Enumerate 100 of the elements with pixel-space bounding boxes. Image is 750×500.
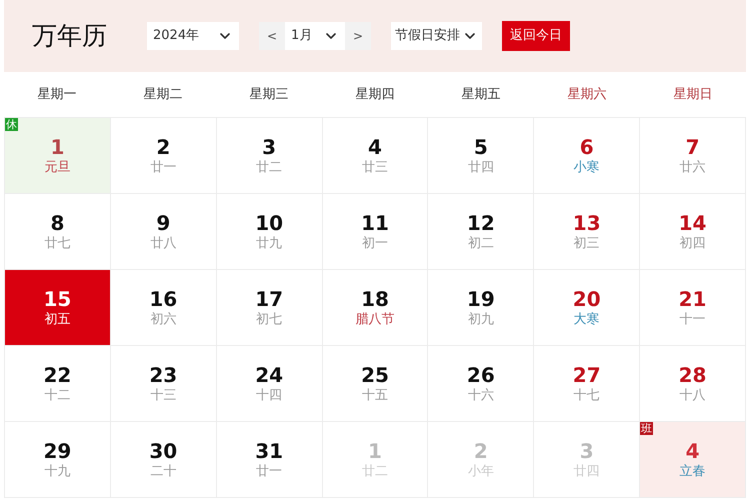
day-cell[interactable]: 18 腊八节	[322, 270, 428, 346]
day-cell[interactable]: 28 十八	[640, 346, 746, 422]
day-cell[interactable]: 26 十六	[428, 346, 534, 422]
day-cell[interactable]: 休 1 元旦	[5, 118, 111, 194]
weekday-label: 星期三	[248, 86, 290, 104]
day-number: 5	[474, 137, 488, 157]
day-number: 24	[255, 365, 284, 385]
day-number: 10	[255, 213, 284, 233]
day-number: 14	[678, 213, 706, 233]
lunar-date: 十二	[44, 389, 70, 402]
day-cell[interactable]: 班 4 立春	[640, 422, 746, 498]
holiday-badge: 休	[5, 118, 18, 131]
lunar-date: 十五	[362, 389, 388, 402]
day-cell[interactable]: 8 廿七	[5, 194, 111, 270]
day-cell[interactable]: 14 初四	[640, 194, 746, 270]
day-cell[interactable]: 5 廿四	[428, 118, 534, 194]
day-cell[interactable]: 13 初三	[534, 194, 640, 270]
day-cell[interactable]: 20 大寒	[534, 270, 640, 346]
lunar-date: 廿一	[256, 465, 282, 478]
day-cell[interactable]: 3 廿二	[216, 118, 323, 194]
day-number: 7	[686, 137, 700, 157]
lunar-date: 立春	[680, 465, 706, 478]
app-title: 万年历	[32, 20, 107, 52]
lunar-date: 廿六	[680, 161, 706, 174]
day-number: 1	[50, 137, 64, 157]
day-number: 3	[262, 137, 276, 157]
next-month-button[interactable]: >	[345, 22, 371, 50]
day-number: 2	[474, 441, 488, 461]
day-number: 22	[44, 365, 72, 385]
lunar-date: 二十	[150, 465, 176, 478]
month-select[interactable]: 1月	[285, 22, 345, 50]
lunar-date: 廿四	[468, 161, 494, 174]
lunar-date: 廿七	[44, 237, 70, 250]
lunar-date: 初五	[44, 313, 70, 326]
day-number: 21	[678, 289, 706, 309]
lunar-date: 十九	[44, 465, 70, 478]
day-cell[interactable]: 31 廿一	[216, 422, 323, 498]
day-number: 30	[149, 441, 178, 461]
day-cell[interactable]: 7 廿六	[640, 118, 746, 194]
day-cell[interactable]: 4 廿三	[322, 118, 428, 194]
day-number: 11	[361, 213, 389, 233]
lunar-date: 十七	[574, 389, 600, 402]
day-number: 12	[466, 213, 495, 233]
lunar-date: 廿一	[150, 161, 176, 174]
day-number: 15	[44, 289, 72, 309]
day-number: 6	[580, 137, 594, 157]
day-cell[interactable]: 9 廿八	[110, 194, 217, 270]
day-cell[interactable]: 11 初一	[322, 194, 428, 270]
lunar-date: 廿三	[362, 161, 388, 174]
lunar-date: 小寒	[574, 161, 600, 174]
lunar-date: 初九	[468, 313, 494, 326]
lunar-date: 初三	[574, 237, 600, 250]
holiday-select[interactable]: 节假日安排	[391, 22, 482, 50]
day-cell[interactable]: 6 小寒	[534, 118, 640, 194]
lunar-date: 十四	[256, 389, 282, 402]
day-cell[interactable]: 19 初九	[428, 270, 534, 346]
today-button[interactable]: 返回今日	[502, 21, 570, 51]
day-cell[interactable]: 25 十五	[322, 346, 428, 422]
day-cell[interactable]: 15 初五	[5, 270, 111, 346]
weekday-label: 星期日	[672, 86, 714, 104]
lunar-date: 十三	[150, 389, 176, 402]
day-number: 9	[156, 213, 170, 233]
lunar-date: 元旦	[44, 161, 70, 174]
day-number: 29	[44, 441, 72, 461]
day-cell[interactable]: 22 十二	[5, 346, 111, 422]
day-number: 4	[686, 441, 700, 461]
lunar-date: 初二	[468, 237, 494, 250]
day-number: 26	[466, 365, 495, 385]
day-cell[interactable]: 24 十四	[216, 346, 323, 422]
day-cell[interactable]: 27 十七	[534, 346, 640, 422]
lunar-date: 大寒	[574, 313, 600, 326]
day-cell[interactable]: 10 廿九	[216, 194, 323, 270]
lunar-date: 十一	[680, 313, 706, 326]
holiday-badge: 班	[640, 422, 654, 435]
day-number: 2	[156, 137, 170, 157]
weekday-label: 星期二	[142, 86, 184, 104]
day-number: 13	[572, 213, 601, 233]
lunar-date: 初四	[680, 237, 706, 250]
day-number: 27	[572, 365, 601, 385]
day-number: 31	[255, 441, 284, 461]
day-number: 8	[50, 213, 64, 233]
day-number: 19	[466, 289, 495, 309]
weekday-label: 星期五	[460, 86, 502, 104]
day-cell[interactable]: 30 二十	[110, 422, 217, 498]
day-cell[interactable]: 29 十九	[5, 422, 111, 498]
day-number: 20	[572, 289, 601, 309]
day-cell[interactable]: 21 十一	[640, 270, 746, 346]
lunar-date: 廿九	[256, 237, 282, 250]
lunar-date: 廿二	[256, 161, 282, 174]
prev-month-button[interactable]: <	[259, 22, 285, 50]
day-cell[interactable]: 16 初六	[110, 270, 217, 346]
lunar-date: 廿八	[150, 237, 176, 250]
weekday-label: 星期六	[566, 86, 608, 104]
day-cell[interactable]: 12 初二	[428, 194, 534, 270]
day-cell[interactable]: 2 廿一	[110, 118, 217, 194]
lunar-date: 初七	[256, 313, 282, 326]
day-cell[interactable]: 17 初七	[216, 270, 323, 346]
lunar-date: 初六	[150, 313, 176, 326]
year-select[interactable]: 2024年	[147, 22, 239, 50]
day-cell[interactable]: 23 十三	[110, 346, 217, 422]
